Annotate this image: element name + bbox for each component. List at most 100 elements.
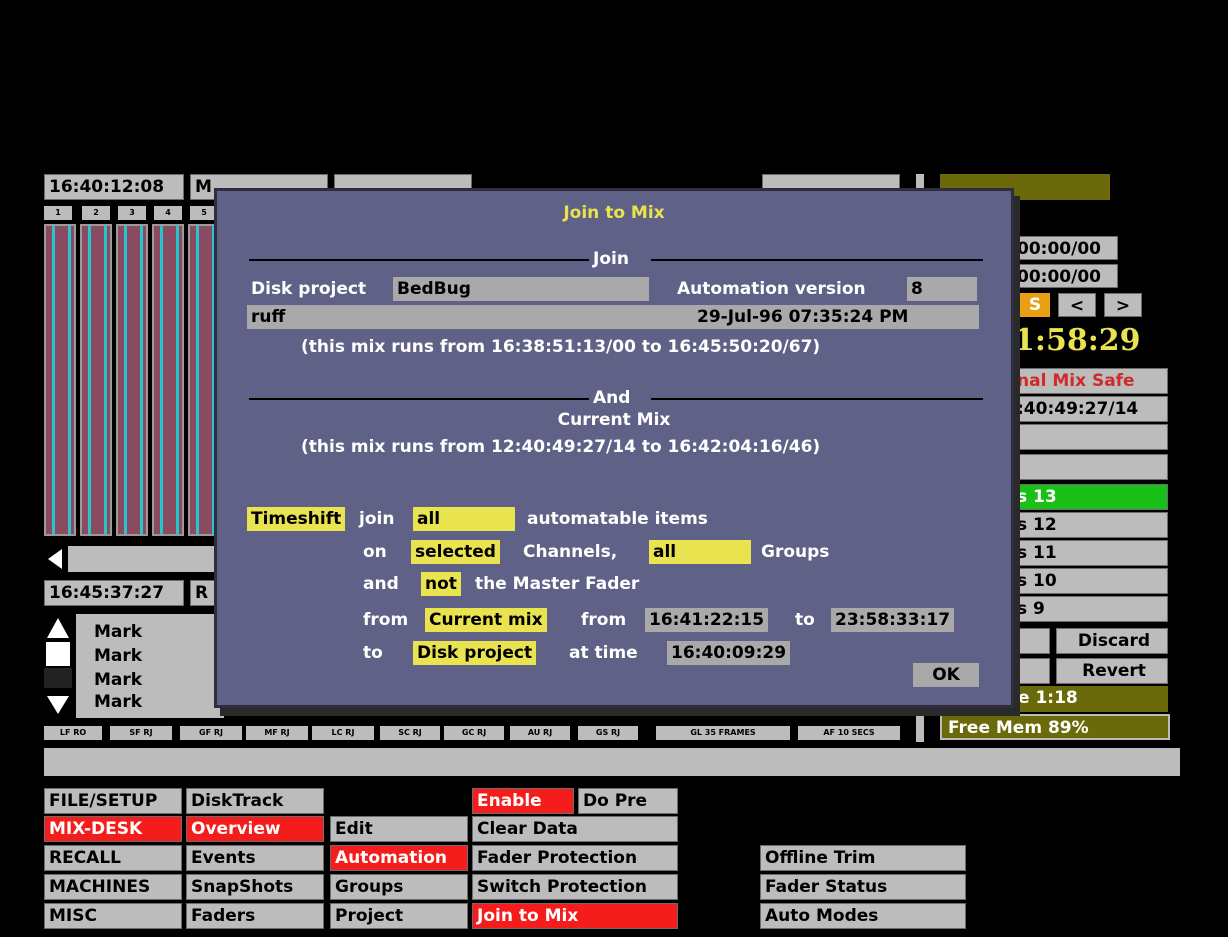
menu-machines[interactable]: MACHINES [44,874,182,900]
menu-events[interactable]: Events [186,845,324,871]
timecode-a: 00:00/00 [1012,236,1118,260]
groups-label: Groups [761,542,830,562]
master-fader-selector[interactable]: not [421,572,461,596]
divider [249,398,589,400]
items-selector[interactable]: all [413,507,515,531]
ok-button[interactable]: OK [913,663,979,687]
current-mix-label: Current Mix [557,410,671,430]
list-item[interactable]: Mark [94,690,142,714]
status-button[interactable]: LF RO [44,726,102,740]
menu-fader-status[interactable]: Fader Status [760,874,966,900]
revert-button[interactable]: Revert [1056,658,1168,684]
menu-auto-modes[interactable]: Auto Modes [760,903,966,929]
menu-misc[interactable]: MISC [44,903,182,929]
down-arrow-icon [47,696,69,714]
at-timecode-field[interactable]: 16:40:09:29 [667,641,791,665]
channel-button[interactable]: 4 [154,206,182,220]
menu-do-pre[interactable]: Do Pre [578,788,678,814]
to-timecode-field[interactable]: 23:58:33:17 [831,608,955,632]
menu-automation[interactable]: Automation [330,845,468,871]
menu-offline-trim[interactable]: Offline Trim [760,845,966,871]
mix-selector[interactable]: ruff 29-Jul-96 07:35:24 PM [247,305,979,329]
pass-item[interactable]: s 11 [1012,540,1168,566]
divider [916,712,924,742]
to-label: to [795,610,815,630]
status-button[interactable]: GS RJ [578,726,638,740]
scroll-down-button[interactable] [44,692,72,718]
automatable-label: automatable items [527,509,708,529]
dialog-title: Join to Mix [563,203,665,223]
channel-fader[interactable] [44,224,76,536]
prev-button[interactable]: < [1058,293,1096,317]
status-button[interactable]: GL 35 FRAMES [656,726,790,740]
discard-button[interactable]: Discard [1056,628,1168,654]
divider [651,259,983,261]
status-button[interactable]: AF 10 SECS [798,726,900,740]
status-button[interactable]: AU RJ [510,726,570,740]
from-label: from [581,610,627,630]
menu-recall[interactable]: RECALL [44,845,182,871]
channel-button[interactable]: 3 [118,206,146,220]
menu-faders[interactable]: Faders [186,903,324,929]
channel-fader[interactable] [80,224,112,536]
channel-fader[interactable] [116,224,148,536]
solo-button[interactable]: S [1020,293,1050,317]
channels-label: Channels, [523,542,618,562]
scroll-left-arrow[interactable] [44,546,68,572]
destination-selector[interactable]: Disk project [413,641,537,665]
status-button[interactable]: SF RJ [110,726,172,740]
menu-clear-data[interactable]: Clear Data [472,816,678,842]
menu-edit[interactable]: Edit [330,816,468,842]
menu-overview[interactable]: Overview [186,816,324,842]
mark-list: Mark Mark Mark Mark [76,614,224,718]
pass-item[interactable]: s 9 [1012,596,1168,622]
status-button[interactable]: GC RJ [444,726,504,740]
menu-switch-protection[interactable]: Switch Protection [472,874,678,900]
pass-item[interactable]: s 13 [1012,484,1168,510]
menu-mix-desk[interactable]: MIX-DESK [44,816,182,842]
menu-join-to-mix[interactable]: Join to Mix [472,903,678,929]
empty-field [1012,628,1050,654]
list-item[interactable]: Mark [94,644,142,668]
timecode-display: 16:40:12:08 [44,174,184,200]
to-label: to [363,643,383,663]
scroll-thumb[interactable] [46,642,70,666]
scroll-track [44,668,72,688]
menu-groups[interactable]: Groups [330,874,468,900]
pass-item[interactable]: s 12 [1012,512,1168,538]
left-arrow-icon [48,549,62,569]
list-item[interactable]: Mark [94,668,142,692]
from-label: from [363,610,409,630]
scroll-up-button[interactable] [44,614,72,642]
mix-date: 29-Jul-96 07:35:24 PM [697,307,909,327]
channels-selector[interactable]: selected [411,540,500,564]
timeline-scrollbar[interactable] [44,546,224,572]
channel-fader[interactable] [152,224,184,536]
menu-file-setup[interactable]: FILE/SETUP [44,788,182,814]
disk-project-field[interactable]: BedBug [393,277,649,301]
from-timecode-field[interactable]: 16:41:22:15 [645,608,769,632]
and-heading: And [593,388,631,408]
groups-selector[interactable]: all [649,540,751,564]
status-button[interactable]: GF RJ [180,726,242,740]
timeshift-toggle[interactable]: Timeshift [247,507,346,531]
menu-snapshots[interactable]: SnapShots [186,874,324,900]
status-button[interactable]: LC RJ [312,726,374,740]
list-item[interactable]: Mark [94,620,142,644]
next-button[interactable]: > [1104,293,1142,317]
status-button[interactable]: SC RJ [380,726,440,740]
menu-enable[interactable]: Enable [472,788,574,814]
source-selector[interactable]: Current mix [425,608,547,632]
pass-item[interactable]: s 10 [1012,568,1168,594]
automation-version-label: Automation version [677,279,866,299]
channel-button[interactable]: 1 [44,206,72,220]
channel-button[interactable]: 2 [82,206,110,220]
menu-fader-protection[interactable]: Fader Protection [472,845,678,871]
automation-version-field[interactable]: 8 [907,277,977,301]
menu-project[interactable]: Project [330,903,468,929]
divider [249,259,589,261]
menu-disktrack[interactable]: DiskTrack [186,788,324,814]
status-button[interactable]: MF RJ [246,726,308,740]
and-label: and [363,574,399,594]
join-to-mix-dialog: Join to Mix Join Disk project BedBug Aut… [214,188,1014,708]
